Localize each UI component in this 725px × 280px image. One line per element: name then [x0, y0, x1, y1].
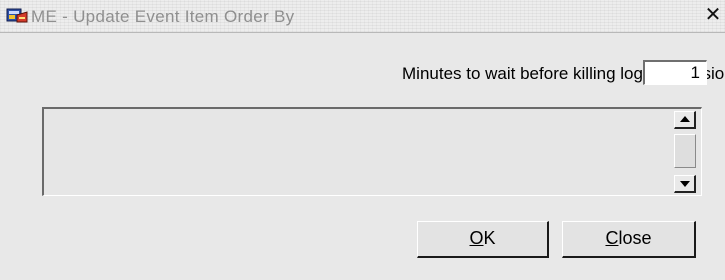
text-area[interactable]: [42, 107, 702, 196]
close-label-rest: lose: [618, 228, 652, 248]
close-icon[interactable]: ✕: [701, 4, 725, 26]
ok-button[interactable]: OK: [417, 221, 549, 258]
window-title: ME - Update Event Item Order By: [31, 7, 295, 26]
arrow-down-icon: [680, 181, 690, 187]
vertical-scrollbar[interactable]: [674, 109, 696, 194]
arrow-up-icon: [680, 116, 690, 122]
minutes-label: Minutes to wait before killing logged se…: [402, 64, 725, 83]
minutes-field[interactable]: [643, 60, 707, 85]
scroll-thumb[interactable]: [674, 134, 696, 168]
dialog-window: ME - Update Event Item Order By ✕ Minute…: [0, 0, 725, 280]
app-icon: [6, 7, 28, 24]
title-bar[interactable]: ME - Update Event Item Order By ✕: [0, 0, 725, 33]
close-button[interactable]: Close: [562, 221, 696, 258]
close-mnemonic: C: [605, 228, 619, 248]
scroll-up-button[interactable]: [674, 111, 696, 129]
scroll-down-button[interactable]: [674, 175, 696, 193]
ok-mnemonic: O: [469, 228, 484, 248]
ok-label-rest: K: [483, 228, 496, 248]
